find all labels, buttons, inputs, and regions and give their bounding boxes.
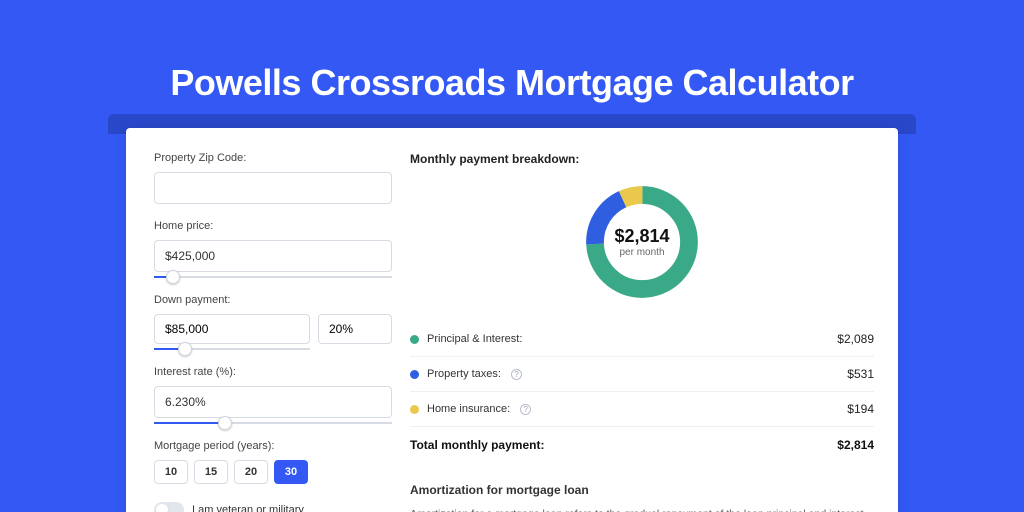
zip-input[interactable] bbox=[154, 172, 392, 204]
veteran-toggle[interactable] bbox=[154, 502, 184, 512]
donut-chart-wrap: $2,814 per month bbox=[410, 180, 874, 304]
donut-amount: $2,814 bbox=[614, 226, 669, 247]
breakdown-title: Monthly payment breakdown: bbox=[410, 152, 874, 166]
interest-input[interactable] bbox=[154, 386, 392, 418]
legend-label: Home insurance: bbox=[427, 403, 510, 415]
dot-icon bbox=[410, 335, 419, 344]
amortization-title: Amortization for mortgage loan bbox=[410, 483, 874, 497]
zip-group: Property Zip Code: bbox=[154, 152, 394, 204]
zip-label: Property Zip Code: bbox=[154, 152, 394, 164]
legend-label: Principal & Interest: bbox=[427, 333, 522, 345]
calculator-card: Property Zip Code: Home price: Down paym… bbox=[126, 128, 898, 512]
dot-icon bbox=[410, 405, 419, 414]
legend-row-insurance: Home insurance: ? $194 bbox=[410, 391, 874, 426]
slider-thumb[interactable] bbox=[178, 342, 192, 356]
breakdown-column: Monthly payment breakdown: $2,814 per mo… bbox=[394, 128, 898, 512]
down-payment-slider[interactable] bbox=[154, 348, 310, 350]
donut-chart: $2,814 per month bbox=[580, 180, 704, 304]
slider-thumb[interactable] bbox=[166, 270, 180, 284]
slider-fill bbox=[154, 422, 225, 424]
slider-thumb[interactable] bbox=[218, 416, 232, 430]
home-price-input[interactable] bbox=[154, 240, 392, 272]
form-column: Property Zip Code: Home price: Down paym… bbox=[126, 128, 394, 512]
total-value: $2,814 bbox=[837, 438, 874, 452]
total-label: Total monthly payment: bbox=[410, 438, 544, 452]
interest-slider[interactable] bbox=[154, 422, 392, 424]
legend-value: $531 bbox=[847, 367, 874, 381]
page-title: Powells Crossroads Mortgage Calculator bbox=[0, 62, 1024, 104]
home-price-label: Home price: bbox=[154, 220, 394, 232]
veteran-row: I am veteran or military bbox=[154, 502, 394, 512]
period-options: 10152030 bbox=[154, 460, 394, 484]
legend-value: $2,089 bbox=[837, 332, 874, 346]
legend-row-taxes: Property taxes: ? $531 bbox=[410, 356, 874, 391]
donut-center: $2,814 per month bbox=[580, 180, 704, 304]
legend-label: Property taxes: bbox=[427, 368, 501, 380]
home-price-group: Home price: bbox=[154, 220, 394, 278]
legend-row-principal: Principal & Interest: $2,089 bbox=[410, 322, 874, 356]
info-icon[interactable]: ? bbox=[520, 404, 531, 415]
period-label: Mortgage period (years): bbox=[154, 440, 394, 452]
veteran-label: I am veteran or military bbox=[192, 504, 304, 512]
amortization-text: Amortization for a mortgage loan refers … bbox=[410, 507, 874, 512]
interest-group: Interest rate (%): bbox=[154, 366, 394, 424]
period-group: Mortgage period (years): 10152030 bbox=[154, 440, 394, 484]
down-payment-label: Down payment: bbox=[154, 294, 394, 306]
legend-value: $194 bbox=[847, 402, 874, 416]
home-price-slider[interactable] bbox=[154, 276, 392, 278]
donut-sublabel: per month bbox=[619, 247, 664, 258]
period-option-20[interactable]: 20 bbox=[234, 460, 268, 484]
down-payment-amount-input[interactable] bbox=[154, 314, 310, 344]
total-row: Total monthly payment: $2,814 bbox=[410, 426, 874, 463]
dot-icon bbox=[410, 370, 419, 379]
period-option-10[interactable]: 10 bbox=[154, 460, 188, 484]
toggle-knob bbox=[156, 504, 168, 512]
period-option-30[interactable]: 30 bbox=[274, 460, 308, 484]
info-icon[interactable]: ? bbox=[511, 369, 522, 380]
interest-label: Interest rate (%): bbox=[154, 366, 394, 378]
down-payment-percent-input[interactable] bbox=[318, 314, 392, 344]
period-option-15[interactable]: 15 bbox=[194, 460, 228, 484]
down-payment-group: Down payment: bbox=[154, 294, 394, 350]
